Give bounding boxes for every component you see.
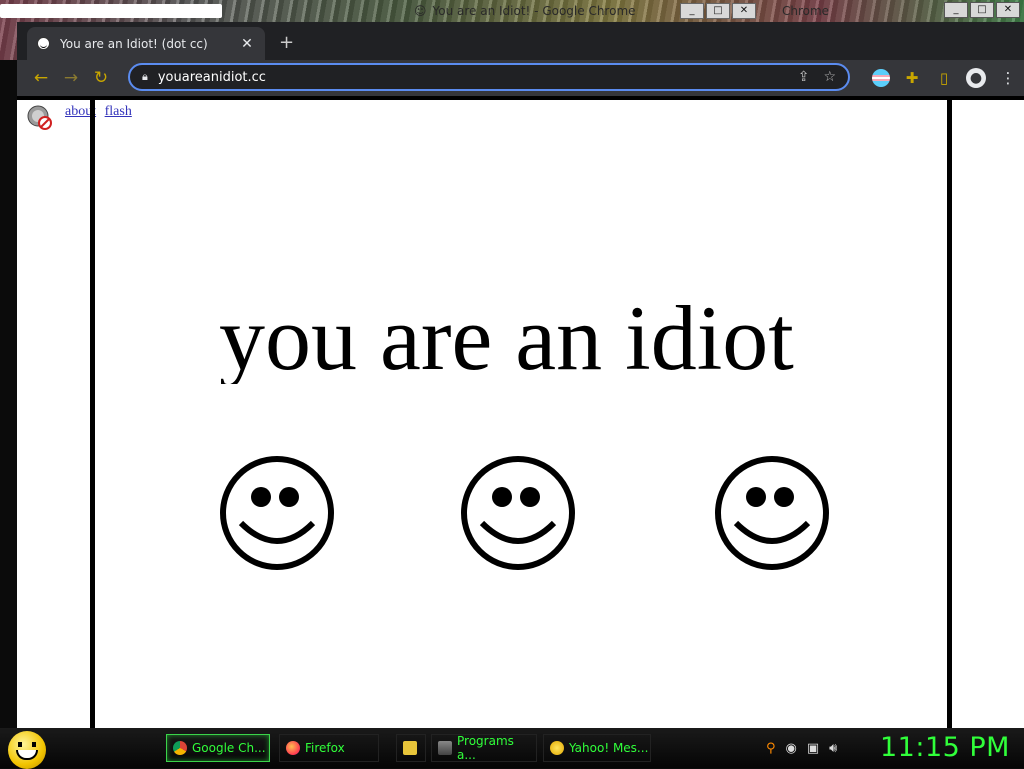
taskbar-item-label: Firefox [305,741,345,755]
lock-icon[interactable]: 🔒︎ [142,70,148,84]
folder-icon [403,741,417,755]
clock[interactable]: 11:15 PM [880,732,1010,763]
back-arrow-icon[interactable]: ← [26,68,56,88]
firefox-icon [286,741,300,755]
taskbar-item-programs[interactable]: Programs a... [431,734,537,762]
window-close-button[interactable]: ✕ [996,2,1020,18]
programs-icon [438,741,452,755]
extensions-puzzle-icon[interactable]: ✚ [902,69,922,87]
smiley-favicon-icon [37,37,50,50]
background-window-controls: _ □ ✕ Chrome [680,2,829,20]
flash-frame [90,98,952,728]
browser-toolbar: ← → ↻ 🔒︎ youareanidiot.cc ⇪ ☆ ✚ ▯ ● ⋮ [17,60,1024,96]
status-icon[interactable]: ◉ [786,741,797,756]
smiley-face-icon [715,456,829,570]
taskbar-item-folder[interactable] [396,734,426,762]
forward-arrow-icon[interactable]: → [56,68,86,88]
web-page: about flash you are an idiot [17,96,1024,728]
search-icon[interactable]: ⚲ [766,741,776,756]
taskbar-item-label: Programs a... [457,734,514,762]
browser-window: _ □ ✕ You are an Idiot! (dot cc) ✕ + ← →… [17,2,1024,728]
taskbar-item-label: Google Ch... [192,741,266,755]
smiley-face-icon [220,456,334,570]
sound-muted-icon[interactable] [27,104,53,130]
background-window-titlebar[interactable]: ☺ You are an Idiot! - Google Chrome [414,2,636,20]
start-button-smiley-icon[interactable] [8,731,46,769]
address-bar[interactable]: 🔒︎ youareanidiot.cc ⇪ ☆ [128,63,850,91]
tab-youareanidiot[interactable]: You are an Idiot! (dot cc) ✕ [27,27,265,60]
close-button[interactable]: ✕ [732,3,756,19]
maximize-button[interactable]: □ [706,3,730,19]
new-tab-button[interactable]: + [279,32,294,53]
background-window-icon: ☺ [414,4,427,18]
menu-kebab-icon[interactable]: ⋮ [998,69,1018,87]
chrome-icon [173,741,187,755]
url-text[interactable]: youareanidiot.cc [158,70,784,85]
taskbar: Google Ch... Firefox Programs a... Yahoo… [0,728,1024,769]
pride-flag-extension-icon[interactable] [872,69,890,87]
minimize-button[interactable]: _ [680,3,704,19]
side-panel-icon[interactable]: ▯ [934,69,954,87]
window-maximize-button[interactable]: □ [970,2,994,18]
taskbar-item-chrome[interactable]: Google Ch... [166,734,270,762]
yahoo-messenger-icon [550,741,564,755]
profile-avatar-icon[interactable]: ● [966,68,986,88]
toolbar-icons: ✚ ▯ ● ⋮ [872,60,1018,96]
bookmark-star-icon[interactable]: ☆ [823,69,836,85]
window-controls: _ □ ✕ [944,2,1020,18]
share-icon[interactable]: ⇪ [798,69,810,85]
tab-strip: You are an Idiot! (dot cc) ✕ + [17,22,1024,60]
background-window-title: You are an Idiot! - Google Chrome [432,4,636,18]
taskbar-item-label: Yahoo! Mes... [569,741,649,755]
system-tray: ⚲ ◉ ▣ 🔊︎ [766,734,837,762]
smiley-face-icon [461,456,575,570]
tab-close-icon[interactable]: ✕ [239,36,255,52]
background-window-title-2: Chrome [782,4,830,18]
tab-title: You are an Idiot! (dot cc) [60,36,208,51]
headline-text: you are an idiot [219,292,794,384]
window-minimize-button[interactable]: _ [944,2,968,18]
taskbar-item-yahoo-messenger[interactable]: Yahoo! Mes... [543,734,651,762]
background-window-edge [0,4,222,18]
taskbar-item-firefox[interactable]: Firefox [279,734,379,762]
network-icon[interactable]: ▣ [807,741,819,756]
reload-icon[interactable]: ↻ [86,68,116,88]
volume-icon[interactable]: 🔊︎ [829,741,837,756]
